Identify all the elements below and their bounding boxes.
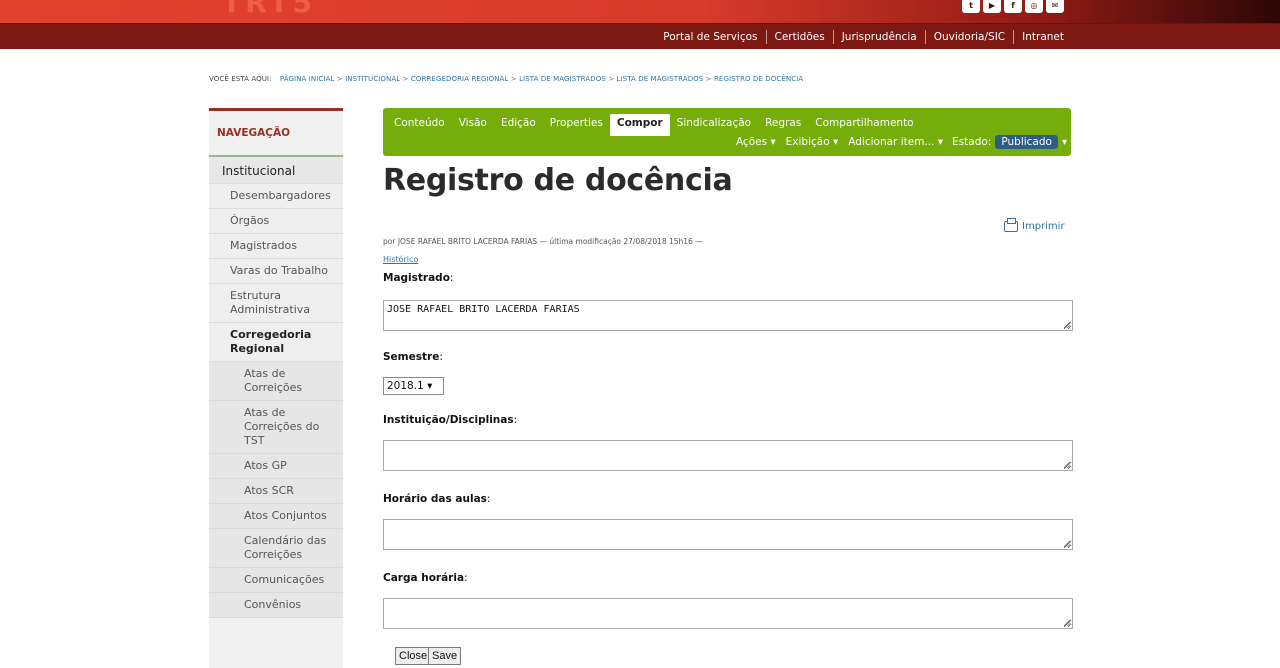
magistrado-label-text: Magistrado xyxy=(383,272,450,284)
site-logo[interactable]: TRT5 xyxy=(222,0,316,19)
tab-conteudo[interactable]: Conteúdo xyxy=(387,114,452,136)
breadcrumb-item[interactable]: LISTA DE MAGISTRADOS xyxy=(617,75,704,83)
breadcrumb-separator: > xyxy=(608,75,615,83)
utility-link-intranet[interactable]: Intranet xyxy=(1013,30,1072,44)
sidebar-subitem-convenios[interactable]: Convênios xyxy=(209,593,343,618)
page-title: Registro de docência xyxy=(383,163,733,198)
sidebar-subitem-calendario-correicoes[interactable]: Calendário das Correições xyxy=(209,529,343,568)
site-banner: TRT5 t ▶ f ◎ ✉ xyxy=(0,0,1280,23)
youtube-icon[interactable]: ▶ xyxy=(983,0,1001,13)
semestre-select[interactable]: 2018.1 ▾ xyxy=(383,377,444,395)
resize-handle-icon[interactable] xyxy=(1064,462,1070,468)
sidebar-item-estrutura-administrativa[interactable]: Estrutura Administrativa xyxy=(209,284,343,323)
utility-link-portal[interactable]: Portal de Serviços xyxy=(655,30,765,44)
sidebar-subitem-comunicacoes[interactable]: Comunicações xyxy=(209,568,343,593)
sidebar-item-varas-do-trabalho[interactable]: Varas do Trabalho xyxy=(209,259,343,284)
sidebar-subitem-atas-correicoes-tst[interactable]: Atas de Correições do TST xyxy=(209,401,343,454)
sidebar-navigation: NAVEGAÇÃO Institucional Desembargadores … xyxy=(209,108,343,668)
horario-label: Horário das aulas: xyxy=(383,493,491,505)
breadcrumb-separator: > xyxy=(705,75,712,83)
breadcrumb-item[interactable]: INSTITUCIONAL xyxy=(345,75,400,83)
history-link[interactable]: Histórico xyxy=(383,255,418,264)
sidebar-item-orgaos[interactable]: Órgãos xyxy=(209,209,343,234)
breadcrumb: VOCÊ ESTÁ AQUI: PÁGINA INICIAL > INSTITU… xyxy=(209,75,803,83)
tab-sindicalizacao[interactable]: Sindicalização xyxy=(670,114,758,136)
actions-menu[interactable]: Ações ▾ xyxy=(731,135,781,149)
state-menu[interactable]: Estado: Publicado ▾ xyxy=(948,135,1067,149)
breadcrumb-separator: > xyxy=(402,75,409,83)
utility-link-jurisprudencia[interactable]: Jurisprudência xyxy=(832,30,925,44)
tab-visao[interactable]: Visão xyxy=(452,114,494,136)
email-icon[interactable]: ✉ xyxy=(1046,0,1064,13)
magistrado-label: Magistrado: xyxy=(383,272,454,284)
close-button[interactable]: Close xyxy=(395,647,432,665)
sidebar-subitem-atos-gp[interactable]: Atos GP xyxy=(209,454,343,479)
semestre-label: Semestre: xyxy=(383,351,443,363)
horario-field[interactable] xyxy=(383,519,1073,550)
sidebar-subitem-atos-scr[interactable]: Atos SCR xyxy=(209,479,343,504)
social-links: t ▶ f ◎ ✉ xyxy=(962,0,1064,13)
display-menu[interactable]: Exibição ▾ xyxy=(781,135,844,149)
print-label: Imprimir xyxy=(1022,221,1065,232)
sidebar-subitem-atos-conjuntos[interactable]: Atos Conjuntos xyxy=(209,504,343,529)
sidebar-heading: NAVEGAÇÃO xyxy=(209,111,343,157)
tab-edicao[interactable]: Edição xyxy=(494,114,543,136)
tab-compor[interactable]: Compor xyxy=(609,114,670,136)
breadcrumb-separator: > xyxy=(510,75,517,83)
resize-handle-icon[interactable] xyxy=(1064,322,1070,328)
horario-label-text: Horário das aulas xyxy=(383,493,487,505)
utility-bar: Portal de Serviços Certidões Jurisprudên… xyxy=(0,23,1280,49)
breadcrumb-current[interactable]: REGISTRO DE DOCÊNCIA xyxy=(714,75,803,83)
toolbar-actions: Ações ▾ Exibição ▾ Adicionar item... ▾ E… xyxy=(731,135,1067,149)
chevron-down-icon[interactable]: ▾ xyxy=(1062,137,1067,148)
sidebar-subitem-atas-de-correicoes[interactable]: Atas de Correições xyxy=(209,362,343,401)
resize-handle-icon[interactable] xyxy=(1064,541,1070,547)
magistrado-field[interactable]: JOSE RAFAEL BRITO LACERDA FARIAS xyxy=(383,300,1073,331)
add-item-menu[interactable]: Adicionar item... ▾ xyxy=(843,135,948,149)
sidebar-item-magistrados[interactable]: Magistrados xyxy=(209,234,343,259)
breadcrumb-item[interactable]: LISTA DE MAGISTRADOS xyxy=(519,75,606,83)
carga-label-text: Carga horária xyxy=(383,572,465,584)
instituicao-field[interactable] xyxy=(383,440,1073,471)
toolbar-tabs: Conteúdo Visão Edição Properties Compor … xyxy=(387,114,921,136)
tab-compartilhamento[interactable]: Compartilhamento xyxy=(808,114,920,136)
printer-icon xyxy=(1004,218,1018,232)
sidebar-item-desembargadores[interactable]: Desembargadores xyxy=(209,184,343,209)
breadcrumb-separator: > xyxy=(336,75,343,83)
utility-link-ouvidoria[interactable]: Ouvidoria/SIC xyxy=(924,30,1013,44)
magistrado-value: JOSE RAFAEL BRITO LACERDA FARIAS xyxy=(387,304,580,315)
document-byline: por JOSE RAFAEL BRITO LACERDA FARIAS — ú… xyxy=(383,237,703,246)
edit-toolbar: Conteúdo Visão Edição Properties Compor … xyxy=(383,108,1071,156)
sidebar-item-institucional[interactable]: Institucional xyxy=(209,157,343,184)
breadcrumb-label: VOCÊ ESTÁ AQUI: xyxy=(209,75,272,83)
carga-label: Carga horária: xyxy=(383,572,468,584)
breadcrumb-item[interactable]: PÁGINA INICIAL xyxy=(280,75,335,83)
resize-handle-icon[interactable] xyxy=(1064,620,1070,626)
semestre-label-text: Semestre xyxy=(383,351,440,363)
state-badge[interactable]: Publicado xyxy=(995,135,1058,149)
breadcrumb-item[interactable]: CORREGEDORIA REGIONAL xyxy=(411,75,509,83)
tab-regras[interactable]: Regras xyxy=(758,114,808,136)
instituicao-label-text: Instituição/Disciplinas xyxy=(383,414,514,426)
sidebar-item-corregedoria-regional[interactable]: Corregedoria Regional xyxy=(209,323,343,362)
twitter-icon[interactable]: t xyxy=(962,0,980,13)
facebook-icon[interactable]: f xyxy=(1004,0,1022,13)
save-button[interactable]: Save xyxy=(428,647,462,665)
utility-link-certidoes[interactable]: Certidões xyxy=(765,30,833,44)
carga-field[interactable] xyxy=(383,598,1073,629)
print-link[interactable]: Imprimir xyxy=(1004,218,1065,232)
tab-properties[interactable]: Properties xyxy=(543,114,610,136)
state-label: Estado: xyxy=(952,136,992,148)
instituicao-label: Instituição/Disciplinas: xyxy=(383,414,518,426)
instagram-icon[interactable]: ◎ xyxy=(1025,0,1043,13)
